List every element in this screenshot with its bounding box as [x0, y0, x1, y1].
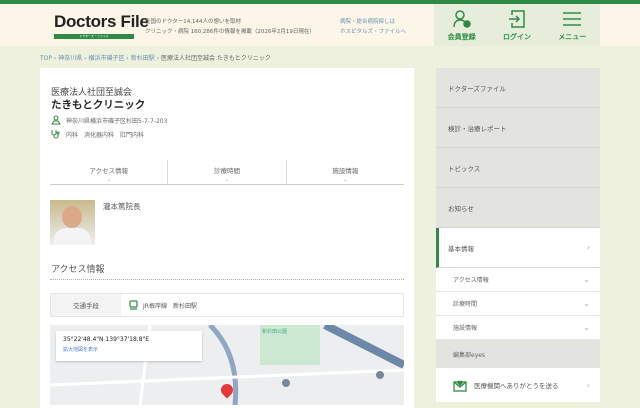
tagline-line2: クリニック・病院 160,286件の情報を掲載（2026年2月19日現在） — [145, 29, 315, 35]
hamburger-icon — [563, 11, 582, 26]
register-button[interactable]: 会員登録 — [434, 4, 489, 46]
chevron-down-icon: ⌄ — [224, 176, 230, 183]
breadcrumb: TOP › 神奈川県 › 横浜市磯子区 › 新杉田駅 › 医療法人社団至誠会 た… — [40, 55, 271, 62]
clinic-name: たきもとクリニック — [51, 99, 146, 111]
sidebar-sub-facility[interactable]: 施設情報 ⌄ — [436, 316, 600, 340]
sidebar-label: 医療機関へありがとうを送る — [474, 382, 559, 390]
transport-row: 交通手段 JR根岸線 新杉田駅 — [50, 293, 404, 317]
user-add-icon — [452, 9, 471, 28]
location-person-icon — [51, 115, 61, 125]
doctor-name[interactable]: 瀧本篤院長 — [103, 201, 141, 212]
chevron-down-icon: ⌄ — [106, 176, 112, 183]
sidebar-label: 施設情報 — [453, 325, 478, 332]
mail-heart-icon — [453, 380, 467, 392]
crumb-top[interactable]: TOP — [40, 55, 52, 62]
transport-label: 交通手段 — [51, 294, 121, 316]
tab-access[interactable]: アクセス情報 ⌄ — [50, 160, 167, 184]
tab-label: 診療時間 — [213, 167, 240, 175]
google-map[interactable]: 新杉田公園 35°22'48.4"N 139°37'18.8"E 拡大地図を表示 — [50, 325, 404, 405]
train-icon — [129, 300, 138, 310]
sidebar-item-basic-info[interactable]: 基本情報 › — [436, 228, 600, 268]
sidebar-item-reports[interactable]: 検診・治療レポート — [436, 108, 600, 148]
map-info-box: 35°22'48.4"N 139°37'18.8"E 拡大地図を表示 — [56, 331, 202, 361]
crumb-current: 医療法人社団至誠会 たきもとクリニック — [160, 55, 271, 62]
hospitals-file-link[interactable]: 病院・総合病院探しはホスピタルズ・ファイルへ — [340, 17, 406, 37]
sidebar-item-doctors-file[interactable]: ドクターズファイル — [436, 68, 600, 108]
tab-label: アクセス情報 — [89, 167, 128, 175]
clinic-address: 神奈川県横浜市磯子区杉田5-7-7-203 — [66, 117, 168, 125]
logo[interactable]: Doctors File — [54, 12, 149, 32]
chevron-down-icon: ⌄ — [583, 275, 590, 284]
sidebar-eyes-header: 編集部eyes — [436, 340, 600, 368]
chevron-right-icon: › — [586, 243, 590, 252]
login-icon — [508, 9, 525, 28]
access-heading: アクセス情報 — [51, 265, 105, 275]
enlarge-map-link[interactable]: 拡大地図を表示 — [63, 346, 195, 353]
sidebar-sub-access[interactable]: アクセス情報 ⌄ — [436, 268, 600, 292]
login-button[interactable]: ログイン — [489, 4, 544, 46]
chevron-down-icon: ⌄ — [583, 323, 590, 332]
clinic-card: 医療法人社団至誠会 たきもとクリニック 神奈川県横浜市磯子区杉田5-7-7-20… — [40, 68, 414, 408]
address-row: 神奈川県横浜市磯子区杉田5-7-7-203 — [51, 115, 167, 125]
menu-label: メニュー — [558, 32, 587, 41]
logo-subtitle: ドクターズ・ファイル — [54, 34, 134, 39]
crumb-station[interactable]: 新杉田駅 — [131, 55, 155, 62]
hosp-link-line1: 病院・総合病院探しは — [340, 19, 396, 25]
transport-value: JR根岸線 新杉田駅 — [143, 302, 197, 310]
divider — [50, 279, 404, 280]
sidebar-item-topics[interactable]: トピックス — [436, 148, 600, 188]
sidebar-label: 基本情報 — [448, 244, 474, 253]
departments-row: 内科 消化器内科 肛門内科 — [51, 129, 144, 139]
chevron-down-icon: ⌄ — [342, 176, 348, 183]
clinic-departments: 内科 消化器内科 肛門内科 — [66, 131, 145, 139]
tab-hours[interactable]: 診療時間 ⌄ — [167, 160, 285, 184]
stethoscope-icon — [51, 130, 60, 139]
tab-label: 施設情報 — [332, 167, 359, 175]
crumb-city[interactable]: 横浜市磯子区 — [88, 55, 124, 62]
tab-facility[interactable]: 施設情報 ⌄ — [285, 160, 404, 184]
chevron-right-icon: › — [586, 380, 590, 390]
chevron-down-icon: ⌄ — [583, 299, 590, 308]
register-label: 会員登録 — [447, 32, 476, 41]
tagline-line1: 全国のドクター14,144人の想いを取材 — [145, 19, 242, 25]
map-coordinates: 35°22'48.4"N 139°37'18.8"E — [63, 336, 150, 343]
sidebar-label: アクセス情報 — [453, 277, 489, 284]
site-header: Doctors File ドクターズ・ファイル 全国のドクター14,144人の想… — [0, 4, 640, 46]
sidebar-sub-hours[interactable]: 診療時間 ⌄ — [436, 292, 600, 316]
send-thanks-link[interactable]: 医療機関へありがとうを送る › — [436, 368, 600, 402]
menu-button[interactable]: メニュー — [545, 4, 600, 46]
sidebar-item-news[interactable]: お知らせ — [436, 188, 600, 228]
sidebar-label: 診療時間 — [453, 301, 478, 308]
section-tabs: アクセス情報 ⌄ 診療時間 ⌄ 施設情報 ⌄ — [50, 160, 404, 185]
crumb-pref[interactable]: 神奈川県 — [58, 55, 82, 62]
hosp-link-line2: ホスピタルズ・ファイルへ — [340, 29, 407, 35]
tagline: 全国のドクター14,144人の想いを取材クリニック・病院 160,286件の情報… — [145, 17, 315, 37]
doctor-photo[interactable] — [50, 200, 95, 245]
login-label: ログイン — [502, 32, 531, 41]
sidebar: ドクターズファイル 検診・治療レポート トピックス お知らせ 基本情報 › アクセ… — [436, 68, 600, 408]
